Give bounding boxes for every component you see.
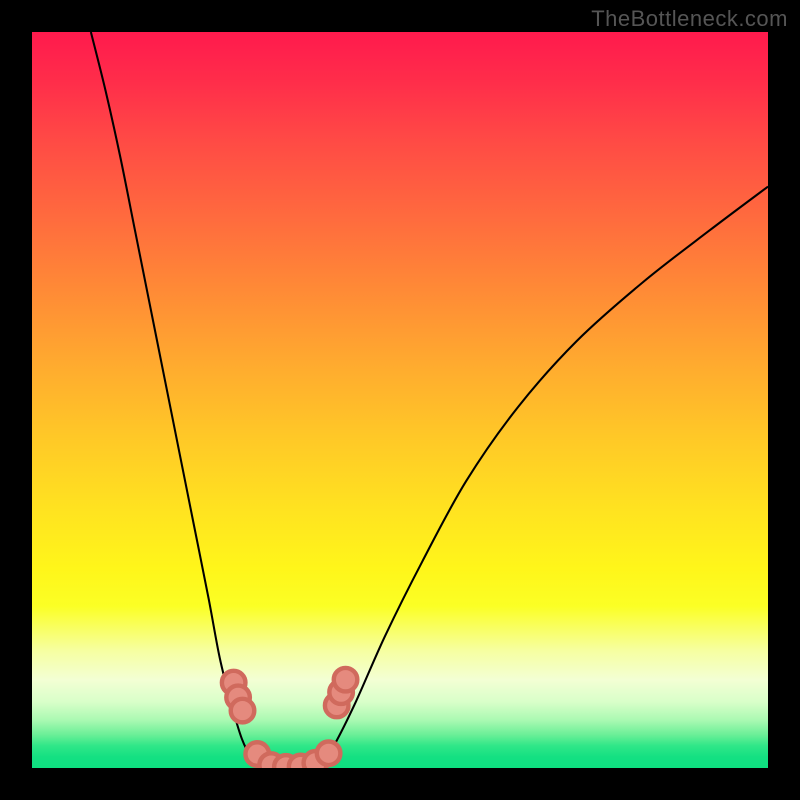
outer-frame: TheBottleneck.com xyxy=(0,0,800,800)
data-marker xyxy=(317,742,341,766)
chart-svg xyxy=(32,32,768,768)
watermark-text: TheBottleneck.com xyxy=(591,6,788,32)
data-marker xyxy=(231,699,255,723)
curve-left-descent xyxy=(91,32,260,768)
curve-right-ascent xyxy=(319,187,768,768)
data-marker xyxy=(334,668,358,692)
chart-plot-area xyxy=(32,32,768,768)
marker-group xyxy=(222,668,357,768)
